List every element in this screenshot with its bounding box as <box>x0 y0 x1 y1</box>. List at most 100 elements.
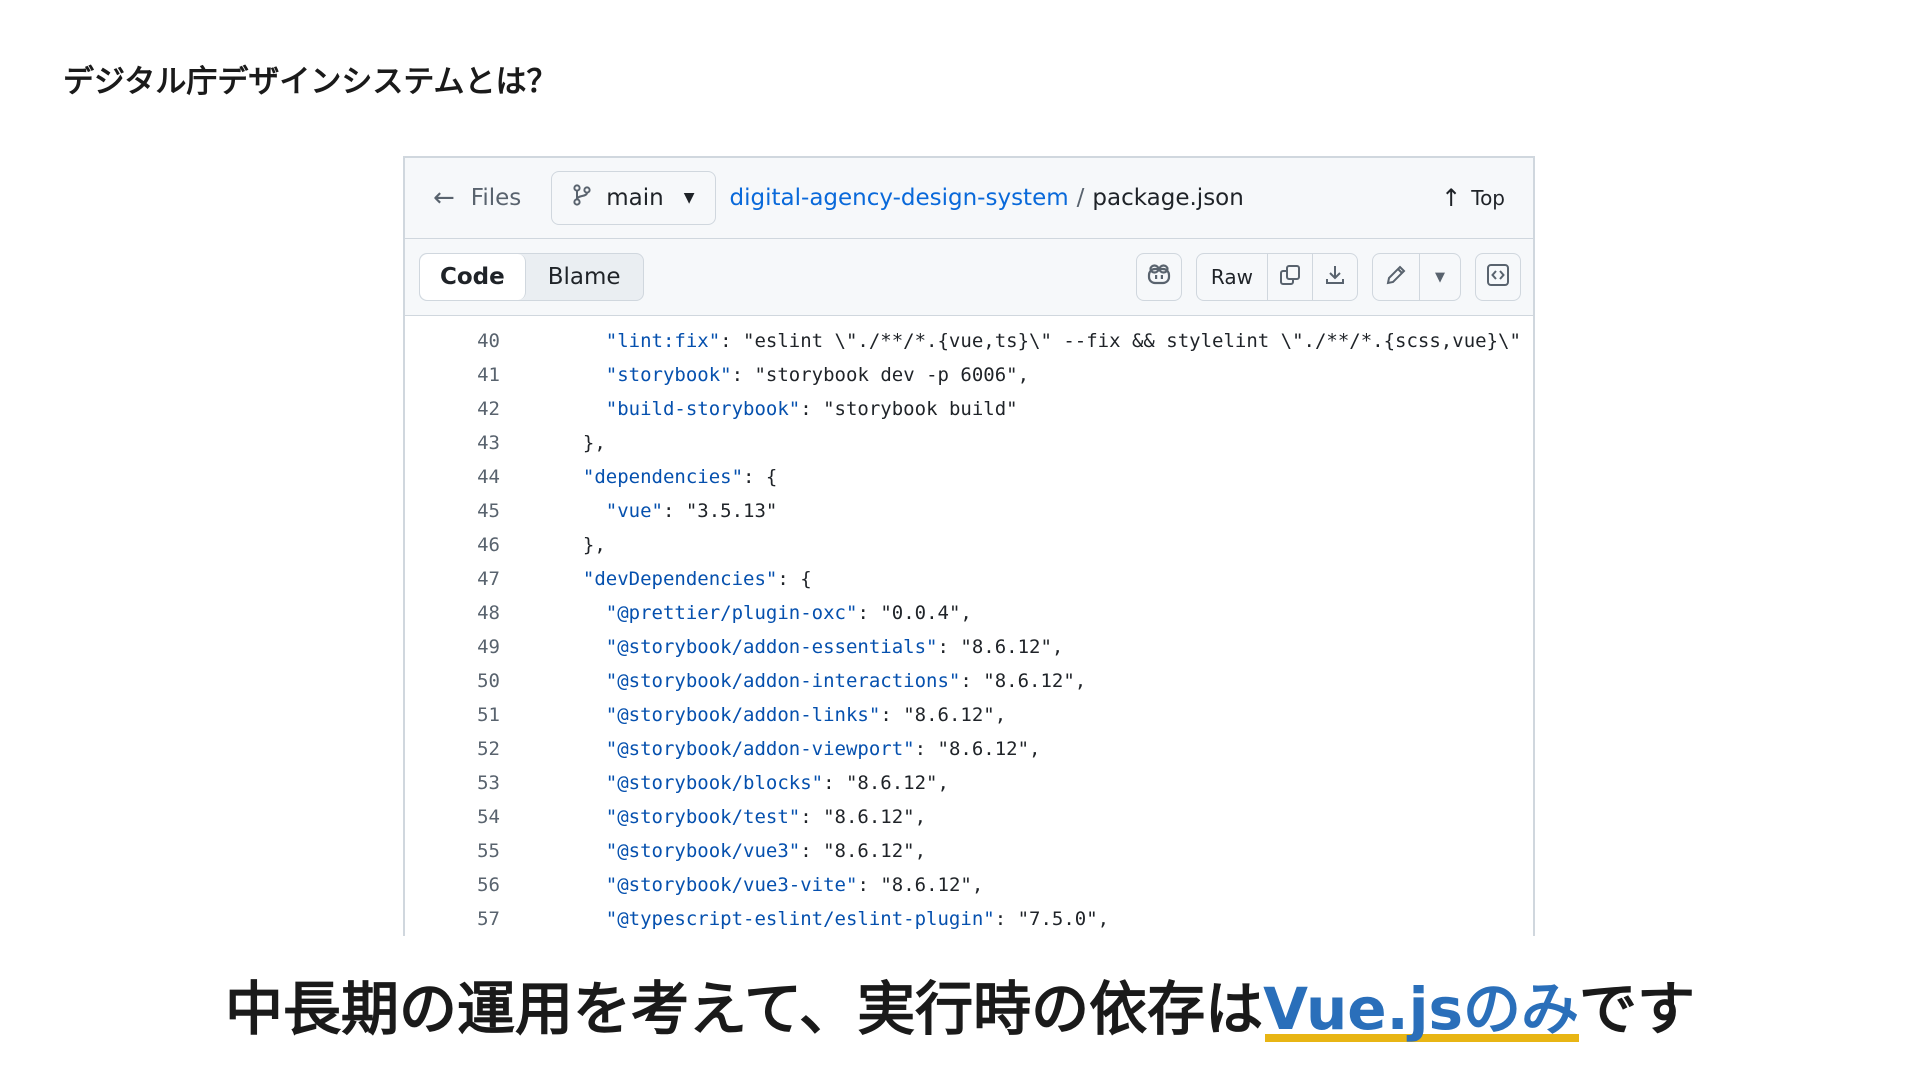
json-value: : { <box>743 466 778 488</box>
code-line: 42 "build-storybook": "storybook build" <box>405 392 1533 426</box>
copy-button[interactable] <box>1268 254 1313 300</box>
json-value: : "3.5.13" <box>662 500 778 522</box>
code-text: "vue": "3.5.13" <box>500 500 778 522</box>
json-key: "@storybook/addon-viewport" <box>605 738 915 760</box>
json-value: : "8.6.12", <box>937 636 1064 658</box>
json-key: "@storybook/addon-interactions" <box>605 670 961 692</box>
json-key: "@typescript-eslint/eslint-plugin" <box>605 908 995 930</box>
code-text: "@storybook/vue3-vite": "8.6.12", <box>500 874 984 896</box>
code-line: 53 "@storybook/blocks": "8.6.12", <box>405 766 1533 800</box>
headline-highlight: Vue.jsのみ <box>1263 962 1579 1046</box>
code-line: 41 "storybook": "storybook dev -p 6006", <box>405 358 1533 392</box>
code-line: 54 "@storybook/test": "8.6.12", <box>405 800 1533 834</box>
git-branch-icon <box>572 184 592 212</box>
json-value: : "8.6.12", <box>960 670 1087 692</box>
line-number[interactable]: 42 <box>405 398 500 420</box>
json-value: : "storybook dev -p 6006", <box>731 364 1030 386</box>
copilot-icon <box>1146 263 1172 291</box>
line-number[interactable]: 52 <box>405 738 500 760</box>
code-text: }, <box>500 534 606 556</box>
json-key: "@storybook/test" <box>605 806 801 828</box>
json-value: : "8.6.12", <box>914 738 1041 760</box>
code-text: "devDependencies": { <box>500 568 812 590</box>
code-text: "@storybook/test": "8.6.12", <box>500 806 926 828</box>
code-line: 48 "@prettier/plugin-oxc": "0.0.4", <box>405 596 1533 630</box>
code-text: }, <box>500 432 606 454</box>
download-button[interactable] <box>1313 254 1357 300</box>
code-text: "@storybook/addon-essentials": "8.6.12", <box>500 636 1064 658</box>
slide-title: デジタル庁デザインシステムとは？ <box>63 64 558 100</box>
headline-suffix: です <box>1579 975 1696 1043</box>
edit-button-group: ▼ <box>1372 253 1461 301</box>
json-key: "@storybook/addon-essentials" <box>605 636 938 658</box>
edit-button[interactable] <box>1373 254 1420 300</box>
file-actions: Raw ▼ <box>1135 253 1461 301</box>
file-name: package.json <box>1092 185 1244 211</box>
line-number[interactable]: 53 <box>405 772 500 794</box>
line-number[interactable]: 40 <box>405 330 500 352</box>
tab-blame[interactable]: Blame <box>526 254 643 300</box>
code-line: 51 "@storybook/addon-links": "8.6.12", <box>405 698 1533 732</box>
line-number[interactable]: 49 <box>405 636 500 658</box>
line-number[interactable]: 47 <box>405 568 500 590</box>
code-viewer: 40 "lint:fix": "eslint \"./**/*.{vue,ts}… <box>405 316 1533 936</box>
code-text: "@storybook/addon-viewport": "8.6.12", <box>500 738 1041 760</box>
branch-selector-button[interactable]: main ▼ <box>551 171 716 225</box>
line-number[interactable]: 55 <box>405 840 500 862</box>
breadcrumb-separator: / <box>1076 185 1085 211</box>
file-header: ← Files main ▼ digital-agency-design-sys… <box>405 158 1533 239</box>
symbols-icon <box>1485 262 1511 292</box>
code-line: 43 }, <box>405 426 1533 460</box>
top-button[interactable]: ↑ Top <box>1441 158 1505 238</box>
back-to-files-link[interactable]: ← Files <box>433 183 521 213</box>
edit-dropdown-button[interactable]: ▼ <box>1420 254 1460 300</box>
line-number[interactable]: 51 <box>405 704 500 726</box>
line-number[interactable]: 45 <box>405 500 500 522</box>
json-value: : "eslint \"./**/*.{vue,ts}\" --fix && s… <box>720 330 1535 352</box>
code-text: "@typescript-eslint/eslint-plugin": "7.5… <box>500 908 1109 930</box>
code-text: "@storybook/addon-links": "8.6.12", <box>500 704 1006 726</box>
raw-button[interactable]: Raw <box>1197 254 1268 300</box>
code-line: 50 "@storybook/addon-interactions": "8.6… <box>405 664 1533 698</box>
json-key: "devDependencies" <box>582 568 778 590</box>
json-key: "@storybook/vue3-vite" <box>605 874 858 896</box>
line-number[interactable]: 48 <box>405 602 500 624</box>
breadcrumb: digital-agency-design-system / package.j… <box>730 185 1244 211</box>
json-key: "build-storybook" <box>605 398 801 420</box>
json-key: "dependencies" <box>582 466 744 488</box>
json-value: : "storybook build" <box>800 398 1018 420</box>
line-number[interactable]: 50 <box>405 670 500 692</box>
json-key: "vue" <box>605 500 663 522</box>
code-text: "@prettier/plugin-oxc": "0.0.4", <box>500 602 972 624</box>
line-number[interactable]: 46 <box>405 534 500 556</box>
copilot-button[interactable] <box>1135 253 1182 301</box>
line-number[interactable]: 56 <box>405 874 500 896</box>
line-number[interactable]: 41 <box>405 364 500 386</box>
code-line: 40 "lint:fix": "eslint \"./**/*.{vue,ts}… <box>405 324 1533 358</box>
repo-link[interactable]: digital-agency-design-system <box>730 185 1069 211</box>
code-line: 55 "@storybook/vue3": "8.6.12", <box>405 834 1533 868</box>
line-number[interactable]: 44 <box>405 466 500 488</box>
line-number[interactable]: 57 <box>405 908 500 930</box>
json-value: : "8.6.12", <box>823 772 949 794</box>
code-line: 46 }, <box>405 528 1533 562</box>
code-text: "@storybook/addon-interactions": "8.6.12… <box>500 670 1086 692</box>
chevron-down-icon: ▼ <box>1435 269 1445 285</box>
symbols-panel-button[interactable] <box>1475 253 1521 301</box>
line-number[interactable]: 54 <box>405 806 500 828</box>
code-text: "dependencies": { <box>500 466 777 488</box>
arrow-left-icon: ← <box>433 183 455 213</box>
tab-code[interactable]: Code <box>420 254 526 300</box>
line-number[interactable]: 43 <box>405 432 500 454</box>
